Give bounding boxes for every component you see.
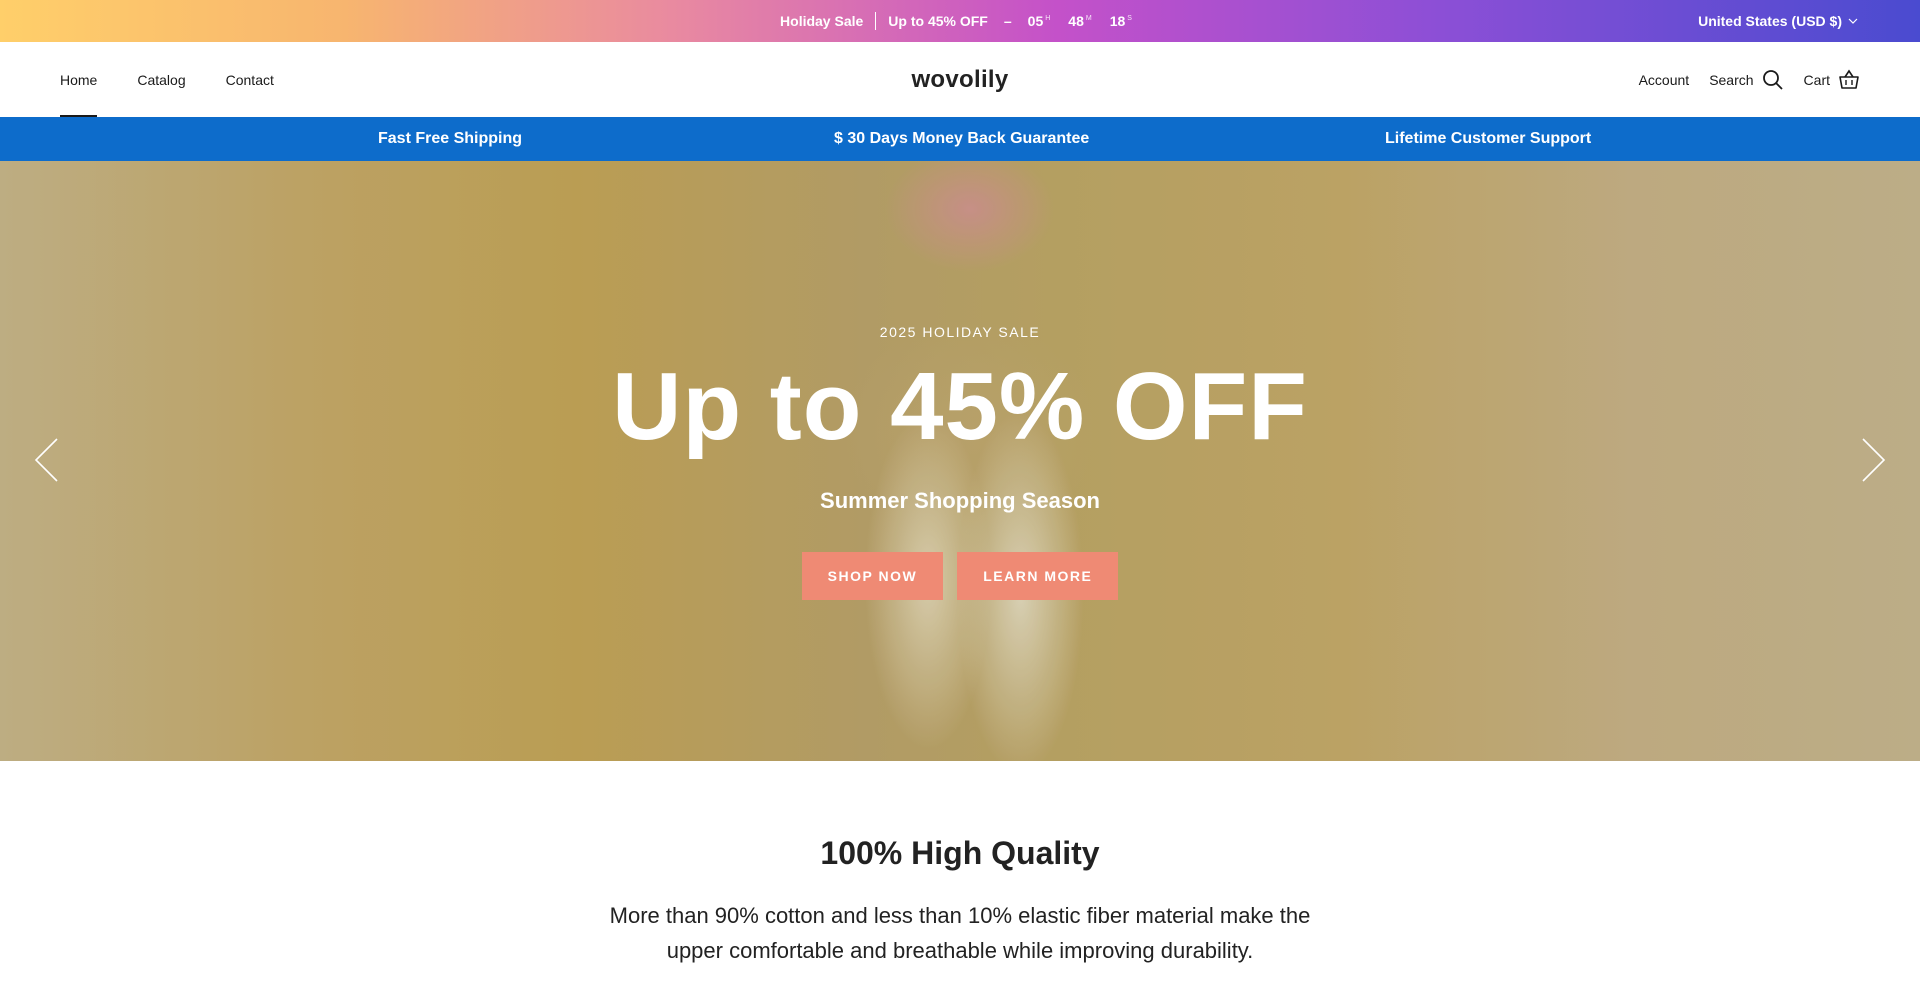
- countdown-minutes: 48 M: [1068, 13, 1091, 29]
- announcement-separator: [875, 12, 877, 30]
- announcement-text: Holiday Sale: [780, 13, 864, 29]
- site-logo[interactable]: wovolily: [911, 66, 1008, 94]
- announcement-dash: –: [1003, 13, 1012, 29]
- nav-contact[interactable]: Contact: [226, 42, 274, 117]
- countdown-hours-unit: H: [1045, 15, 1051, 22]
- currency-selector[interactable]: United States (USD $): [1698, 0, 1858, 42]
- chevron-right-icon: [1862, 438, 1886, 482]
- quality-body: More than 90% cotton and less than 10% e…: [609, 903, 1311, 963]
- benefit-guarantee: $ 30 Days Money Back Guarantee: [834, 130, 1090, 147]
- cart-button[interactable]: Cart: [1804, 69, 1860, 91]
- benefits-bar: Fast Free Shipping $ 30 Days Money Back …: [0, 117, 1920, 161]
- account-link[interactable]: Account: [1639, 72, 1690, 88]
- chevron-down-icon: [1848, 18, 1858, 24]
- chevron-left-icon: [34, 438, 58, 482]
- countdown-minutes-value: 48: [1068, 13, 1084, 29]
- hero-eyebrow: 2025 HOLIDAY SALE: [879, 324, 1041, 340]
- search-button[interactable]: Search: [1709, 69, 1783, 91]
- search-label: Search: [1709, 71, 1754, 88]
- announcement-bar: Holiday Sale Up to 45% OFF – 05 H 48 M 1…: [0, 0, 1920, 42]
- slide-next-button[interactable]: [1861, 437, 1887, 483]
- currency-label: United States (USD $): [1698, 13, 1842, 29]
- basket-icon: [1839, 69, 1859, 89]
- countdown-minutes-unit: M: [1085, 15, 1092, 22]
- account-label: Account: [1638, 71, 1690, 88]
- announcement-offer: Up to 45% OFF: [888, 13, 988, 29]
- countdown-hours-value: 05: [1027, 13, 1044, 29]
- learn-more-button[interactable]: LEARN MORE: [957, 552, 1119, 600]
- quality-title: 100% High Quality: [820, 835, 1100, 871]
- hero-banner: 2025 HOLIDAY SALE Up to 45% OFF Summer S…: [0, 161, 1920, 761]
- main-nav: Home Catalog Contact: [60, 42, 274, 117]
- quality-section: 100% High Quality More than 90% cotton a…: [0, 761, 1920, 993]
- countdown-seconds-value: 18: [1109, 13, 1126, 29]
- logo-container: wovolily: [0, 42, 1920, 117]
- hero-buttons: SHOP NOW LEARN MORE: [0, 552, 1920, 600]
- hero-content: 2025 HOLIDAY SALE Up to 45% OFF Summer S…: [0, 161, 1920, 761]
- cart-label: Cart: [1803, 71, 1830, 88]
- site-header: Home Catalog Contact wovolily Account Se…: [0, 42, 1920, 117]
- countdown-hours: 05 H: [1028, 13, 1051, 29]
- benefit-support: Lifetime Customer Support: [1385, 130, 1592, 147]
- countdown-seconds: 18 S: [1110, 13, 1132, 29]
- nav-catalog[interactable]: Catalog: [137, 42, 185, 117]
- header-actions: Account Search Cart: [1639, 42, 1860, 117]
- shop-now-button[interactable]: SHOP NOW: [801, 552, 944, 600]
- countdown-seconds-unit: S: [1127, 15, 1132, 22]
- nav-home[interactable]: Home: [60, 42, 98, 117]
- hero-headline: Up to 45% OFF: [612, 353, 1308, 460]
- announcement-content: Holiday Sale Up to 45% OFF – 05 H 48 M 1…: [0, 0, 1920, 42]
- benefit-shipping: Fast Free Shipping: [378, 130, 523, 147]
- search-icon: [1762, 69, 1783, 90]
- slide-prev-button[interactable]: [33, 437, 59, 483]
- hero-subtitle: Summer Shopping Season: [820, 488, 1100, 513]
